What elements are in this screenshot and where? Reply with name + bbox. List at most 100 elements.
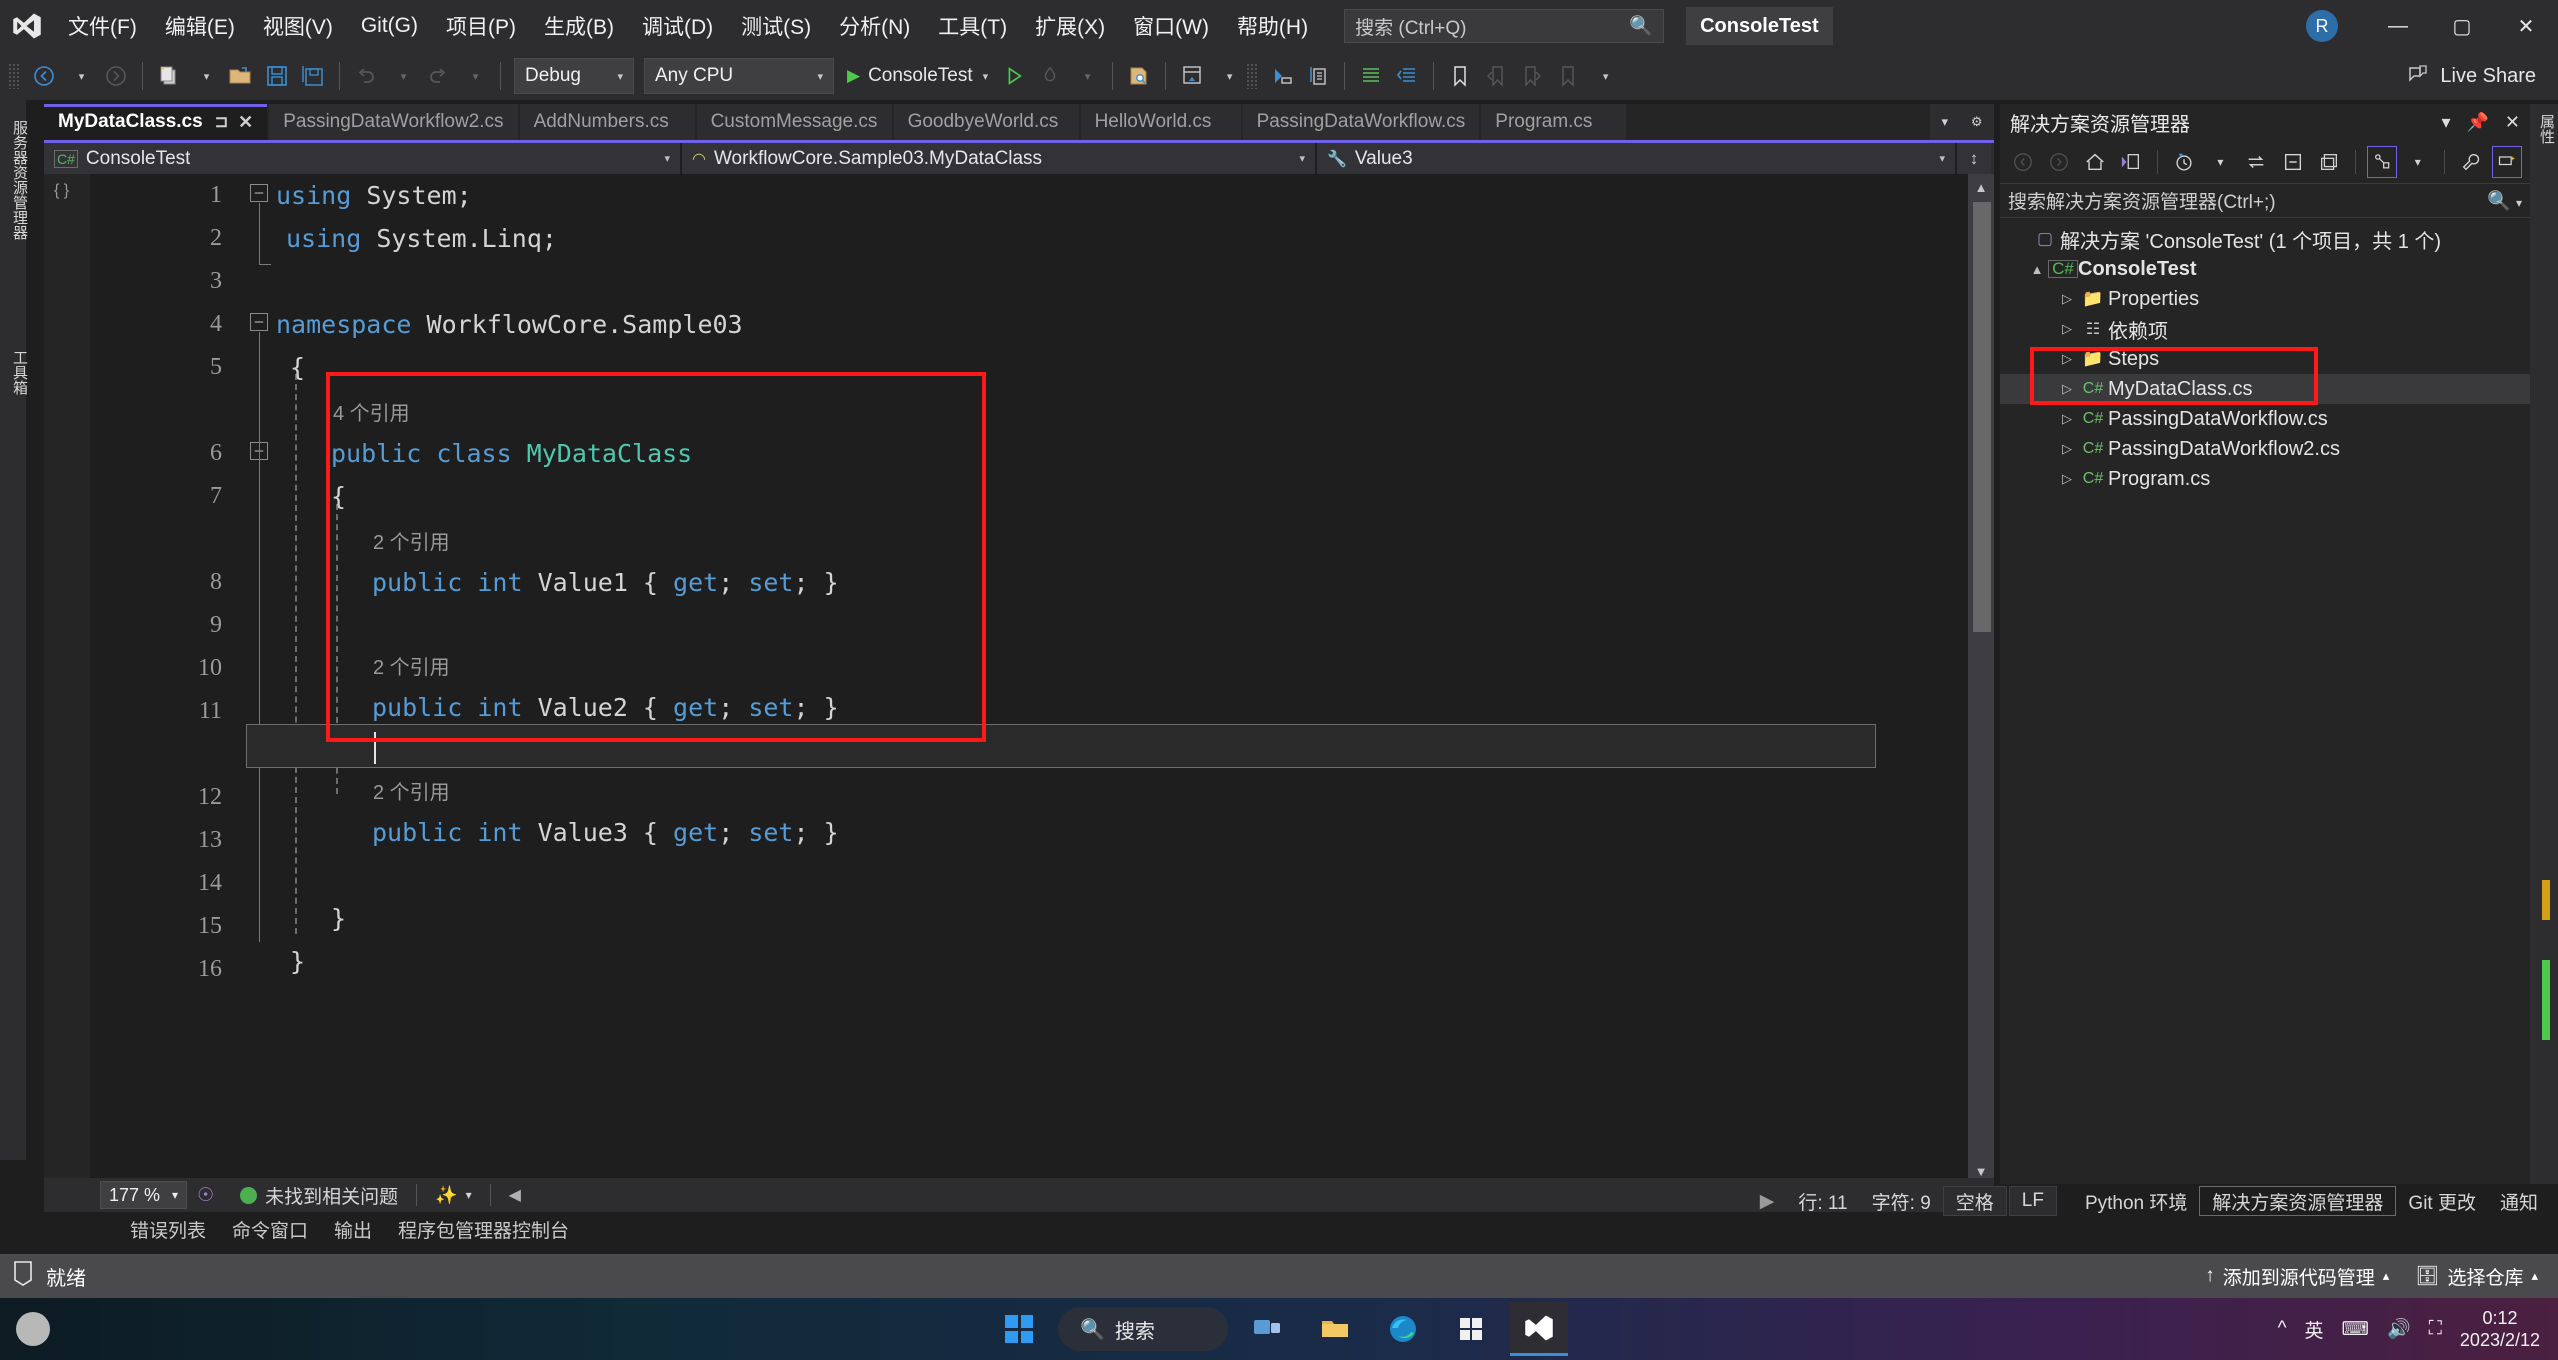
menu-edit[interactable]: 编辑(E) [151,0,249,52]
menu-analyze[interactable]: 分析(N) [825,0,924,52]
code-editor[interactable]: { } 1 2 3 4 5 6 7 8 9 10 11 12 13 14 15 … [44,174,1994,1184]
start-debug-button[interactable]: ▶ ConsoleTest ▾ [839,56,996,96]
maximize-button[interactable]: ▢ [2430,0,2494,52]
bookmark-clear-icon[interactable] [1550,56,1586,96]
toolbar-grip-2[interactable] [1246,63,1258,89]
hot-reload-icon[interactable] [1032,56,1068,96]
tab-settings-icon[interactable]: ⚙ [1971,114,1983,130]
outdent-icon[interactable] [1389,56,1425,96]
twisty[interactable]: ▷ [2056,441,2078,457]
indentation-indicator[interactable]: 空格 [1943,1186,2007,1216]
editor-vertical-scrollbar[interactable]: ▲ ▼ [1968,174,1994,1184]
tree-item-dependencies[interactable]: ▷ ☷ 依赖项 [2000,314,2530,344]
tab-overflow-icon[interactable]: ▾ [1941,114,1948,130]
taskbar-weather-widget[interactable] [16,1312,50,1346]
new-project-icon[interactable] [151,56,187,96]
split-view-icon[interactable]: ↕ [1957,143,1991,174]
menu-test[interactable]: 测试(S) [727,0,825,52]
pin-icon[interactable]: 📌 [2466,112,2488,133]
properties-icon[interactable] [2456,146,2486,178]
navigate-back-dropdown[interactable]: ▾ [62,56,98,96]
menu-file[interactable]: 文件(F) [54,0,151,52]
window-layout-dropdown[interactable]: ▾ [1210,56,1246,96]
forward-icon[interactable] [2044,146,2074,178]
menu-window[interactable]: 窗口(W) [1119,0,1223,52]
menu-project[interactable]: 项目(P) [432,0,530,52]
file-explorer-icon[interactable] [1306,1302,1364,1356]
task-view-icon[interactable] [1238,1302,1296,1356]
scrollbar-thumb[interactable] [1973,202,1991,632]
solution-explorer-search-input[interactable]: 搜索解决方案资源管理器(Ctrl+;) 🔍 ▾ [2000,184,2530,218]
navigate-forward-icon[interactable] [98,56,134,96]
ime-indicator[interactable]: 英 [2304,1316,2323,1343]
redo-icon[interactable] [420,56,456,96]
accessibility-icon[interactable]: ☉ [197,1184,214,1207]
windows-start-icon[interactable] [990,1302,1048,1356]
notifications-tab[interactable]: 通知 [2488,1186,2550,1216]
undo-dropdown[interactable]: ▾ [384,56,420,96]
twisty-expanded[interactable]: ▲ [2026,262,2048,277]
tree-item-passingdataworkflow[interactable]: ▷ C# PassingDataWorkflow.cs [2000,404,2530,434]
undo-icon[interactable] [348,56,384,96]
toolbar-overflow-icon[interactable]: ▾ [1586,56,1622,96]
configuration-select[interactable]: Debug ▾ [514,58,634,94]
avatar[interactable]: R [2306,10,2338,42]
bookmark-prev-icon[interactable] [1478,56,1514,96]
tab-custommessage[interactable]: CustomMessage.cs [697,104,892,140]
twisty[interactable]: ▷ [2056,351,2078,367]
bookmark-next-icon[interactable] [1514,56,1550,96]
indent-icon[interactable] [1353,56,1389,96]
vscode-icon[interactable] [1510,1302,1568,1356]
platform-select[interactable]: Any CPU ▾ [644,58,834,94]
collapse-all-icon[interactable] [2277,146,2307,178]
solution-tree[interactable]: ▢ 解决方案 'ConsoleTest' (1 个项目，共 1 个) ▲ C# … [2000,218,2530,494]
close-icon[interactable]: ✕ [238,112,253,133]
tree-item-properties[interactable]: ▷ 📁 Properties [2000,284,2530,314]
tab-mydataclass[interactable]: MyDataClass.cs ⊐ ✕ [44,104,267,140]
redo-dropdown[interactable]: ▾ [456,56,492,96]
new-project-dropdown[interactable]: ▾ [187,56,223,96]
indicator-margin[interactable]: { } [44,174,90,1184]
navbar-type-select[interactable]: ◠ WorkflowCore.Sample03.MyDataClass ▾ [682,143,1317,174]
menu-help[interactable]: 帮助(H) [1223,0,1322,52]
navbar-project-select[interactable]: C# ConsoleTest ▾ [44,143,682,174]
panel-tab-error-list[interactable]: 错误列表 [130,1216,206,1243]
pending-changes-icon[interactable] [2169,146,2199,178]
solution-name-chip[interactable]: ConsoleTest [1686,7,1833,45]
network-icon[interactable]: ⛶ [2429,1318,2442,1340]
tab-program[interactable]: Program.cs [1481,104,1626,140]
sync-with-active-document-icon[interactable] [2116,146,2146,178]
save-all-icon[interactable] [295,56,331,96]
panel-tab-output[interactable]: 输出 [334,1216,372,1243]
tab-addnumbers[interactable]: AddNumbers.cs [520,104,695,140]
menu-extensions[interactable]: 扩展(X) [1021,0,1119,52]
code-surface[interactable]: 1 2 3 4 5 6 7 8 9 10 11 12 13 14 15 16 –… [90,174,1994,1184]
pending-changes-dropdown[interactable]: ▾ [2205,146,2235,178]
hot-reload-dropdown[interactable]: ▾ [1068,56,1104,96]
code-cleanup-dropdown[interactable]: ▾ [466,1188,472,1202]
tree-item-program[interactable]: ▷ C# Program.cs [2000,464,2530,494]
window-layout-icon[interactable] [1174,56,1210,96]
global-search-input[interactable]: 搜索 (Ctrl+Q) 🔍 [1344,9,1664,43]
twisty[interactable]: ▷ [2056,381,2078,397]
twisty[interactable]: ▷ [2056,471,2078,487]
tab-passingdataworkflow2[interactable]: PassingDataWorkflow2.cs [269,104,517,140]
git-changes-tab[interactable]: Git 更改 [2396,1186,2488,1216]
tab-helloworld[interactable]: HelloWorld.cs [1081,104,1241,140]
tab-goodbyeworld[interactable]: GoodbyeWorld.cs [894,104,1079,140]
menu-debug[interactable]: 调试(D) [628,0,727,52]
bookmark-icon[interactable] [1442,56,1478,96]
tree-item-mydataclass[interactable]: ▷ C# MyDataClass.cs [2000,374,2530,404]
fold-collapse-icon[interactable]: – [250,184,268,202]
toolbar-grip[interactable] [8,63,20,89]
edge-icon[interactable] [1374,1302,1432,1356]
code-cleanup-icon[interactable]: ✨ [435,1185,457,1206]
codelens-value3-references[interactable]: 2 个引用 [373,772,450,815]
panel-tab-command-window[interactable]: 命令窗口 [232,1216,308,1243]
copy-icon[interactable] [1300,56,1336,96]
new-folder-icon[interactable] [2314,146,2344,178]
twisty[interactable]: ▷ [2056,321,2078,337]
twisty[interactable]: ▷ [2056,291,2078,307]
open-folder-icon[interactable] [223,56,259,96]
chevron-down-icon[interactable]: ▾ [2441,112,2450,133]
